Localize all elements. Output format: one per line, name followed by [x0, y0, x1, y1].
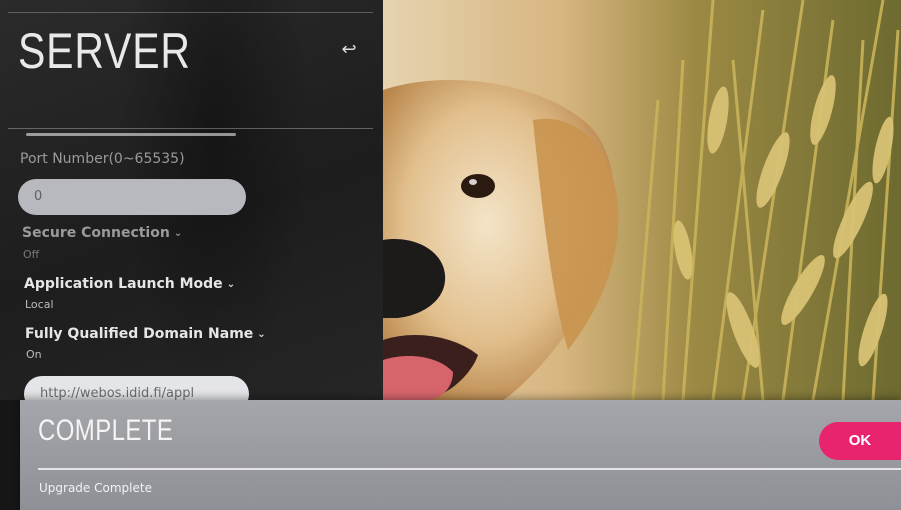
chevron-down-icon: ⌄ [226, 279, 236, 290]
tv-screen: SERVER ↩ Port Number(0~65535) 0 Secure C… [0, 0, 901, 510]
secure-connection-value: Off [23, 248, 40, 261]
popup-message: Upgrade Complete [39, 481, 152, 495]
fqdn-label: Fully Qualified Domain Name [25, 326, 254, 342]
background-photo [383, 0, 901, 400]
screen-bezel [0, 400, 20, 510]
popup-divider [38, 468, 901, 470]
port-number-label: Port Number(0~65535) [20, 151, 185, 167]
ok-button[interactable]: OK [819, 422, 901, 460]
url-input[interactable]: http://webos.idid.fi/appl [24, 376, 249, 400]
chevron-down-icon: ⌄ [257, 329, 266, 340]
upgrade-complete-popup: COMPLETE OK Upgrade Complete [20, 400, 901, 510]
chevron-down-icon: ⌄ [173, 228, 183, 239]
panel-header-divider [8, 128, 373, 129]
back-arrow-icon[interactable]: ↩ [339, 40, 359, 60]
server-settings-panel: SERVER ↩ Port Number(0~65535) 0 Secure C… [0, 0, 383, 400]
fqdn-value: On [26, 348, 42, 361]
panel-title: SERVER [18, 23, 191, 79]
secure-connection-label: Secure Connection [22, 225, 170, 241]
panel-top-divider [8, 12, 373, 13]
popup-title: COMPLETE [38, 414, 174, 447]
port-number-input[interactable]: 0 [18, 179, 246, 215]
scroll-indicator[interactable] [26, 133, 236, 136]
application-launch-mode-value: Local [25, 298, 54, 311]
application-launch-mode-label: Application Launch Mode [24, 276, 223, 292]
